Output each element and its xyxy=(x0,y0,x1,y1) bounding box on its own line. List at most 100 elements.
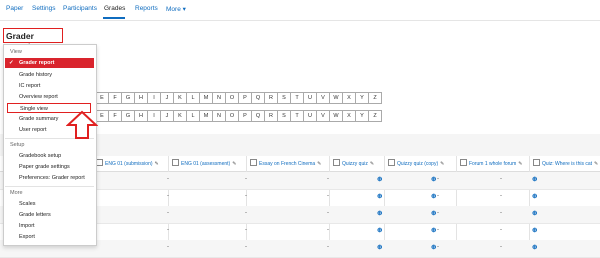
letter-filter-o[interactable]: O xyxy=(225,110,239,122)
grade-cell-value[interactable]: - xyxy=(500,210,502,216)
letter-filter-w[interactable]: W xyxy=(329,92,343,104)
grade-cell-value[interactable]: - xyxy=(327,176,329,182)
column-header[interactable]: Essay on French Cinema ✎ xyxy=(250,159,321,167)
search-plus-icon[interactable]: ⊕ xyxy=(532,209,537,217)
letter-filter-h[interactable]: H xyxy=(134,92,148,104)
column-header-label[interactable]: Forum 1 whole forum xyxy=(469,161,516,167)
edit-icon[interactable]: ✎ xyxy=(155,161,159,167)
grade-cell-value[interactable]: - xyxy=(167,244,169,250)
letter-filter-g[interactable]: G xyxy=(121,92,135,104)
letter-filter-l[interactable]: L xyxy=(186,110,200,122)
menu-item-export[interactable]: Export xyxy=(5,232,94,242)
search-plus-icon[interactable]: ⊕ xyxy=(431,243,436,251)
column-header-label[interactable]: Essay on French Cinema xyxy=(259,161,315,167)
edit-icon[interactable]: ✎ xyxy=(317,161,321,167)
grade-cell-value[interactable]: - xyxy=(327,244,329,250)
column-header-label[interactable]: ENG 01 (assessment) xyxy=(181,161,230,167)
column-header-label[interactable]: Quizzy quiz (copy) xyxy=(397,161,438,167)
grade-cell-value[interactable]: - xyxy=(500,227,502,233)
menu-item-import[interactable]: Import xyxy=(5,221,94,231)
search-plus-icon[interactable]: ⊕ xyxy=(532,192,537,200)
letter-filter-z[interactable]: Z xyxy=(368,92,382,104)
tab-paper[interactable]: Paper xyxy=(6,5,23,12)
letter-filter-t[interactable]: T xyxy=(290,110,304,122)
column-header[interactable]: ENG 01 (assessment) ✎ xyxy=(172,159,236,167)
grade-cell-value[interactable]: - xyxy=(167,227,169,233)
search-plus-icon[interactable]: ⊕ xyxy=(431,175,436,183)
letter-filter-x[interactable]: X xyxy=(342,110,356,122)
grade-cell-value[interactable]: - xyxy=(245,176,247,182)
letter-filter-o[interactable]: O xyxy=(225,92,239,104)
column-header[interactable]: Forum 1 whole forum ✎ xyxy=(460,159,522,167)
menu-item-paper-grade-settings[interactable]: Paper grade settings xyxy=(5,162,94,172)
letter-filter-q[interactable]: Q xyxy=(251,92,265,104)
menu-item-overview-report[interactable]: Overview report xyxy=(5,92,94,102)
menu-item-grader-report[interactable]: ✓ Grader report xyxy=(5,58,94,68)
letter-filter-i[interactable]: I xyxy=(147,110,161,122)
column-header[interactable]: Quizzy quiz ✎ xyxy=(333,159,374,167)
column-header-label[interactable]: Quiz: Where is this cat xyxy=(542,161,592,167)
grade-cell-value[interactable]: - xyxy=(167,210,169,216)
grade-cell-value[interactable]: - xyxy=(437,176,439,182)
letter-filter-s[interactable]: S xyxy=(277,92,291,104)
letter-filter-n[interactable]: N xyxy=(212,92,226,104)
column-header-label[interactable]: Quizzy quiz xyxy=(342,161,368,167)
grade-cell-value[interactable]: - xyxy=(167,193,169,199)
report-selector-button[interactable]: Grader report⌄ xyxy=(3,28,63,51)
search-plus-icon[interactable]: ⊕ xyxy=(532,226,537,234)
column-header[interactable]: Quiz: Where is this cat ✎ xyxy=(533,159,598,167)
tab-settings[interactable]: Settings xyxy=(32,5,56,12)
column-header[interactable]: Quizzy quiz (copy) ✎ xyxy=(388,159,444,167)
menu-item-gradebook-setup[interactable]: Gradebook setup xyxy=(5,151,94,161)
letter-filter-l[interactable]: L xyxy=(186,92,200,104)
grade-cell-value[interactable]: - xyxy=(437,193,439,199)
grade-cell-value[interactable]: - xyxy=(327,210,329,216)
letter-filter-u[interactable]: U xyxy=(303,110,317,122)
letter-filter-z[interactable]: Z xyxy=(368,110,382,122)
grade-cell-value[interactable]: - xyxy=(437,244,439,250)
grade-cell-value[interactable]: - xyxy=(245,193,247,199)
edit-icon[interactable]: ✎ xyxy=(594,161,598,167)
letter-filter-p[interactable]: P xyxy=(238,92,252,104)
letter-filter-q[interactable]: Q xyxy=(251,110,265,122)
tab-grades[interactable]: Grades xyxy=(104,5,125,12)
letter-filter-v[interactable]: V xyxy=(316,110,330,122)
grade-cell-value[interactable]: - xyxy=(327,227,329,233)
letter-filter-r[interactable]: R xyxy=(264,92,278,104)
letter-filter-h[interactable]: H xyxy=(134,110,148,122)
grade-cell-value[interactable]: - xyxy=(327,193,329,199)
letter-filter-g[interactable]: G xyxy=(121,110,135,122)
letter-filter-j[interactable]: J xyxy=(160,110,174,122)
search-plus-icon[interactable]: ⊕ xyxy=(377,192,382,200)
edit-icon[interactable]: ✎ xyxy=(440,161,444,167)
menu-item-grade-letters[interactable]: Grade letters xyxy=(5,210,94,220)
search-plus-icon[interactable]: ⊕ xyxy=(532,175,537,183)
letter-filter-k[interactable]: K xyxy=(173,110,187,122)
search-plus-icon[interactable]: ⊕ xyxy=(377,243,382,251)
letter-filter-m[interactable]: M xyxy=(199,92,213,104)
letter-filter-f[interactable]: F xyxy=(108,110,122,122)
letter-filter-y[interactable]: Y xyxy=(355,110,369,122)
grade-cell-value[interactable]: - xyxy=(167,176,169,182)
search-plus-icon[interactable]: ⊕ xyxy=(431,192,436,200)
grade-cell-value[interactable]: - xyxy=(500,244,502,250)
column-header-label[interactable]: ENG 01 (submission) xyxy=(105,161,153,167)
letter-filter-s[interactable]: S xyxy=(277,110,291,122)
letter-filter-v[interactable]: V xyxy=(316,92,330,104)
search-plus-icon[interactable]: ⊕ xyxy=(377,226,382,234)
letter-filter-p[interactable]: P xyxy=(238,110,252,122)
menu-item-preferences[interactable]: Preferences: Grader report xyxy=(5,173,94,183)
letter-filter-f[interactable]: F xyxy=(108,92,122,104)
letter-filter-y[interactable]: Y xyxy=(355,92,369,104)
letter-filter-i[interactable]: I xyxy=(147,92,161,104)
grade-cell-value[interactable]: - xyxy=(245,210,247,216)
letter-filter-m[interactable]: M xyxy=(199,110,213,122)
menu-item-ic-report[interactable]: IC report xyxy=(5,81,94,91)
grade-cell-value[interactable]: - xyxy=(245,227,247,233)
letter-filter-u[interactable]: U xyxy=(303,92,317,104)
search-plus-icon[interactable]: ⊕ xyxy=(377,209,382,217)
letter-filter-x[interactable]: X xyxy=(342,92,356,104)
edit-icon[interactable]: ✎ xyxy=(232,161,236,167)
tab-participants[interactable]: Participants xyxy=(63,5,97,12)
menu-item-grade-history[interactable]: Grade history xyxy=(5,70,94,80)
